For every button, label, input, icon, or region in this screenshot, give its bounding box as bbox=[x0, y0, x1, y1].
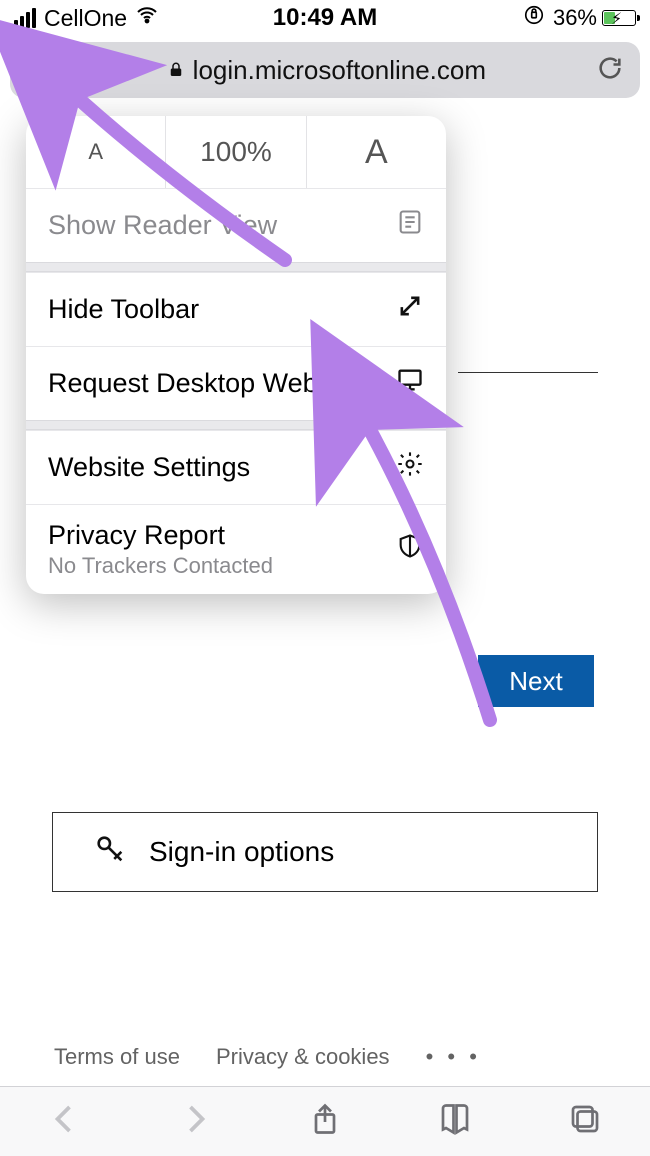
shield-icon bbox=[396, 532, 424, 567]
signin-options-button[interactable]: Sign-in options bbox=[52, 812, 598, 892]
more-menu[interactable]: • • • bbox=[426, 1044, 481, 1070]
show-reader-view[interactable]: Show Reader View bbox=[26, 188, 446, 262]
gear-icon bbox=[396, 450, 424, 485]
desktop-icon bbox=[396, 366, 424, 401]
request-desktop-website[interactable]: Request Desktop Website bbox=[26, 346, 446, 420]
text-size-button[interactable]: AA bbox=[26, 54, 57, 86]
reader-icon bbox=[396, 208, 424, 243]
battery-percent: 36% bbox=[553, 5, 597, 31]
cell-signal-icon bbox=[14, 8, 36, 28]
forward-button[interactable] bbox=[177, 1101, 213, 1142]
zoom-level[interactable]: 100% bbox=[166, 116, 306, 188]
website-settings[interactable]: Website Settings bbox=[26, 430, 446, 504]
rotation-lock-icon bbox=[523, 4, 545, 33]
hide-toolbar[interactable]: Hide Toolbar bbox=[26, 272, 446, 346]
key-icon bbox=[93, 832, 127, 873]
battery-icon: ⚡︎ bbox=[602, 10, 636, 26]
tabs-button[interactable] bbox=[567, 1101, 603, 1142]
status-bar: CellOne 10:49 AM 36% ⚡︎ bbox=[0, 0, 650, 36]
expand-icon bbox=[396, 292, 424, 327]
terms-link[interactable]: Terms of use bbox=[54, 1044, 180, 1070]
address-bar[interactable]: AA login.microsoftonline.com bbox=[10, 42, 640, 98]
privacy-report[interactable]: Privacy Report No Trackers Contacted bbox=[26, 504, 446, 594]
privacy-link[interactable]: Privacy & cookies bbox=[216, 1044, 390, 1070]
carrier-label: CellOne bbox=[44, 5, 127, 32]
aa-popover: A 100% A Show Reader View Hide Toolbar R… bbox=[26, 116, 446, 594]
footer-links: Terms of use Privacy & cookies • • • bbox=[54, 1044, 481, 1070]
next-button[interactable]: Next bbox=[478, 655, 594, 707]
reload-button[interactable] bbox=[596, 54, 624, 87]
lock-icon bbox=[167, 55, 185, 86]
url-display[interactable]: login.microsoftonline.com bbox=[69, 55, 584, 86]
url-text: login.microsoftonline.com bbox=[193, 55, 486, 86]
bookmarks-button[interactable] bbox=[437, 1101, 473, 1142]
zoom-out-button[interactable]: A bbox=[26, 116, 166, 188]
signin-options-label: Sign-in options bbox=[149, 836, 334, 868]
input-underline bbox=[458, 372, 598, 373]
back-button[interactable] bbox=[47, 1101, 83, 1142]
wifi-icon bbox=[135, 3, 159, 34]
share-button[interactable] bbox=[307, 1101, 343, 1142]
bottom-toolbar bbox=[0, 1086, 650, 1156]
zoom-in-button[interactable]: A bbox=[307, 116, 446, 188]
